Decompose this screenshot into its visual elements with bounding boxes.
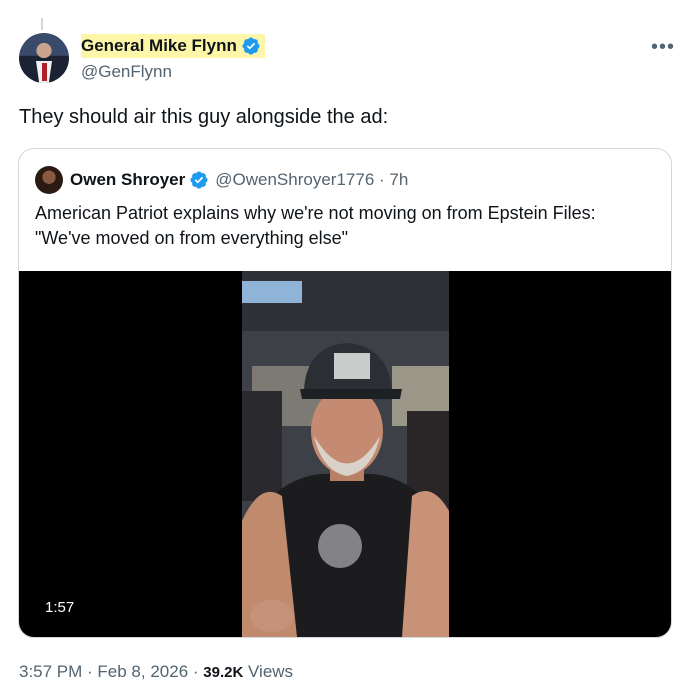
author-avatar[interactable] — [19, 33, 69, 83]
quoted-author-display-name[interactable]: Owen Shroyer — [70, 170, 185, 190]
more-options-icon[interactable]: ••• — [651, 36, 675, 59]
avatar-tie — [42, 63, 47, 81]
views-count: 39.2K — [203, 664, 244, 681]
quoted-tweet-text: American Patriot explains why we're not … — [35, 203, 596, 248]
author-name-row[interactable]: General Mike Flynn — [81, 34, 265, 58]
video-player[interactable]: 1:57 — [19, 271, 671, 637]
verified-badge-icon — [242, 37, 260, 55]
tweet-page: General Mike Flynn @GenFlynn ••• They sh… — [0, 0, 697, 700]
quoted-author-avatar[interactable] — [35, 166, 63, 194]
video-thumbnail-image — [242, 271, 449, 637]
author-handle[interactable]: @GenFlynn — [81, 61, 172, 83]
tweet-header: General Mike Flynn @GenFlynn — [19, 33, 679, 87]
quoted-tweet-header: Owen Shroyer @OwenShroyer1776 · 7h — [35, 166, 408, 194]
quoted-tweet[interactable]: Owen Shroyer @OwenShroyer1776 · 7h Ameri… — [18, 148, 672, 638]
quoted-author-handle-time[interactable]: @OwenShroyer1776 · 7h — [215, 170, 408, 190]
author-display-name[interactable]: General Mike Flynn — [81, 34, 237, 58]
tweet-text: They should air this guy alongside the a… — [19, 106, 389, 128]
video-frame[interactable] — [242, 271, 449, 637]
video-duration: 1:57 — [45, 599, 75, 616]
thread-line — [41, 18, 43, 30]
views-label: Views — [243, 662, 294, 681]
tweet-timestamp[interactable]: 3:57 PM · Feb 8, 2026 · — [19, 662, 203, 681]
verified-badge-icon — [190, 171, 208, 189]
tweet-meta: 3:57 PM · Feb 8, 2026 · 39.2K Views — [19, 661, 293, 684]
